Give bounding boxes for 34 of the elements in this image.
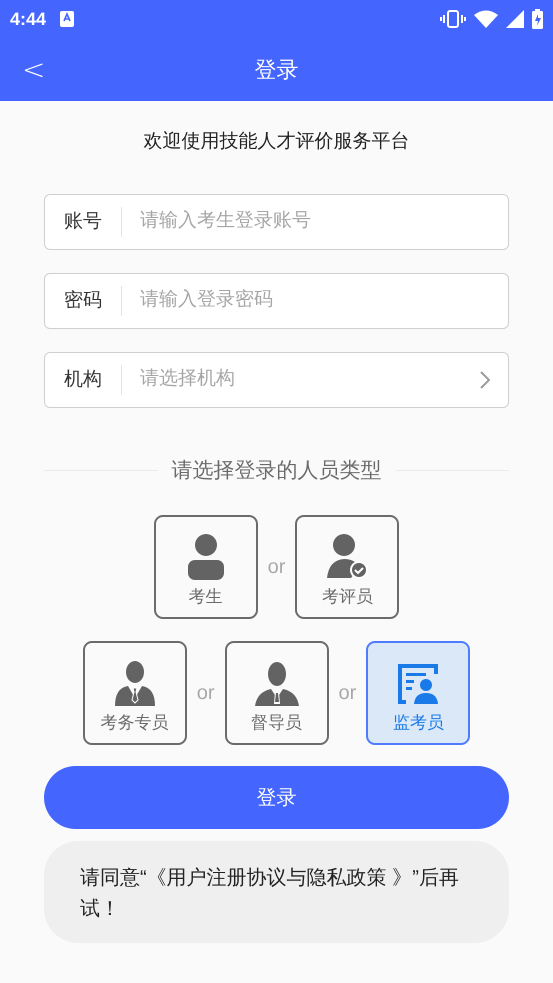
battery-icon [532,9,543,29]
field-label: 密码 [45,286,122,316]
role-option[interactable]: 监考员 [366,641,470,745]
login-field[interactable]: 机构 请选择机构 [44,352,509,408]
or-text: or [266,555,286,580]
login-button[interactable]: 登录 [44,766,509,829]
back-button[interactable]: < [22,56,46,84]
keyboard-app-icon [60,11,74,27]
chevron-right-icon [480,370,490,388]
role-option[interactable]: 考生 [154,515,258,619]
toast-message: 请同意“《用户注册协议与隐私政策 》”后再试！ [44,841,509,943]
person-tie-icon [114,660,156,706]
input-field[interactable]: 请输入登录密码 [140,286,508,315]
role-option[interactable]: 督导员 [224,641,328,745]
field-label: 账号 [45,206,122,236]
vibrate-icon [440,10,466,28]
status-time: 4:44 [10,8,46,30]
input-field[interactable]: 请输入考生登录账号 [140,207,508,236]
or-text: or [338,681,358,706]
role-option[interactable]: 考务专员 [82,641,187,745]
login-field[interactable]: 密码 请输入登录密码 [44,272,509,328]
role-option[interactable]: 考评员 [295,515,400,619]
input-field[interactable]: 请选择机构 [140,365,480,394]
person-icon [186,534,226,580]
wifi-icon [474,10,498,28]
person-suit-icon [254,662,300,706]
page-title: 登录 [254,56,298,84]
login-field[interactable]: 账号 请输入考生登录账号 [44,194,509,250]
role-prompt: 请选择登录的人员类型 [172,458,382,484]
signal-icon [506,10,524,28]
or-text: or [196,681,216,706]
monitor-person-icon [396,662,440,706]
welcome-text: 欢迎使用技能人才评价服务平台 [144,130,410,154]
field-label: 机构 [45,364,122,394]
